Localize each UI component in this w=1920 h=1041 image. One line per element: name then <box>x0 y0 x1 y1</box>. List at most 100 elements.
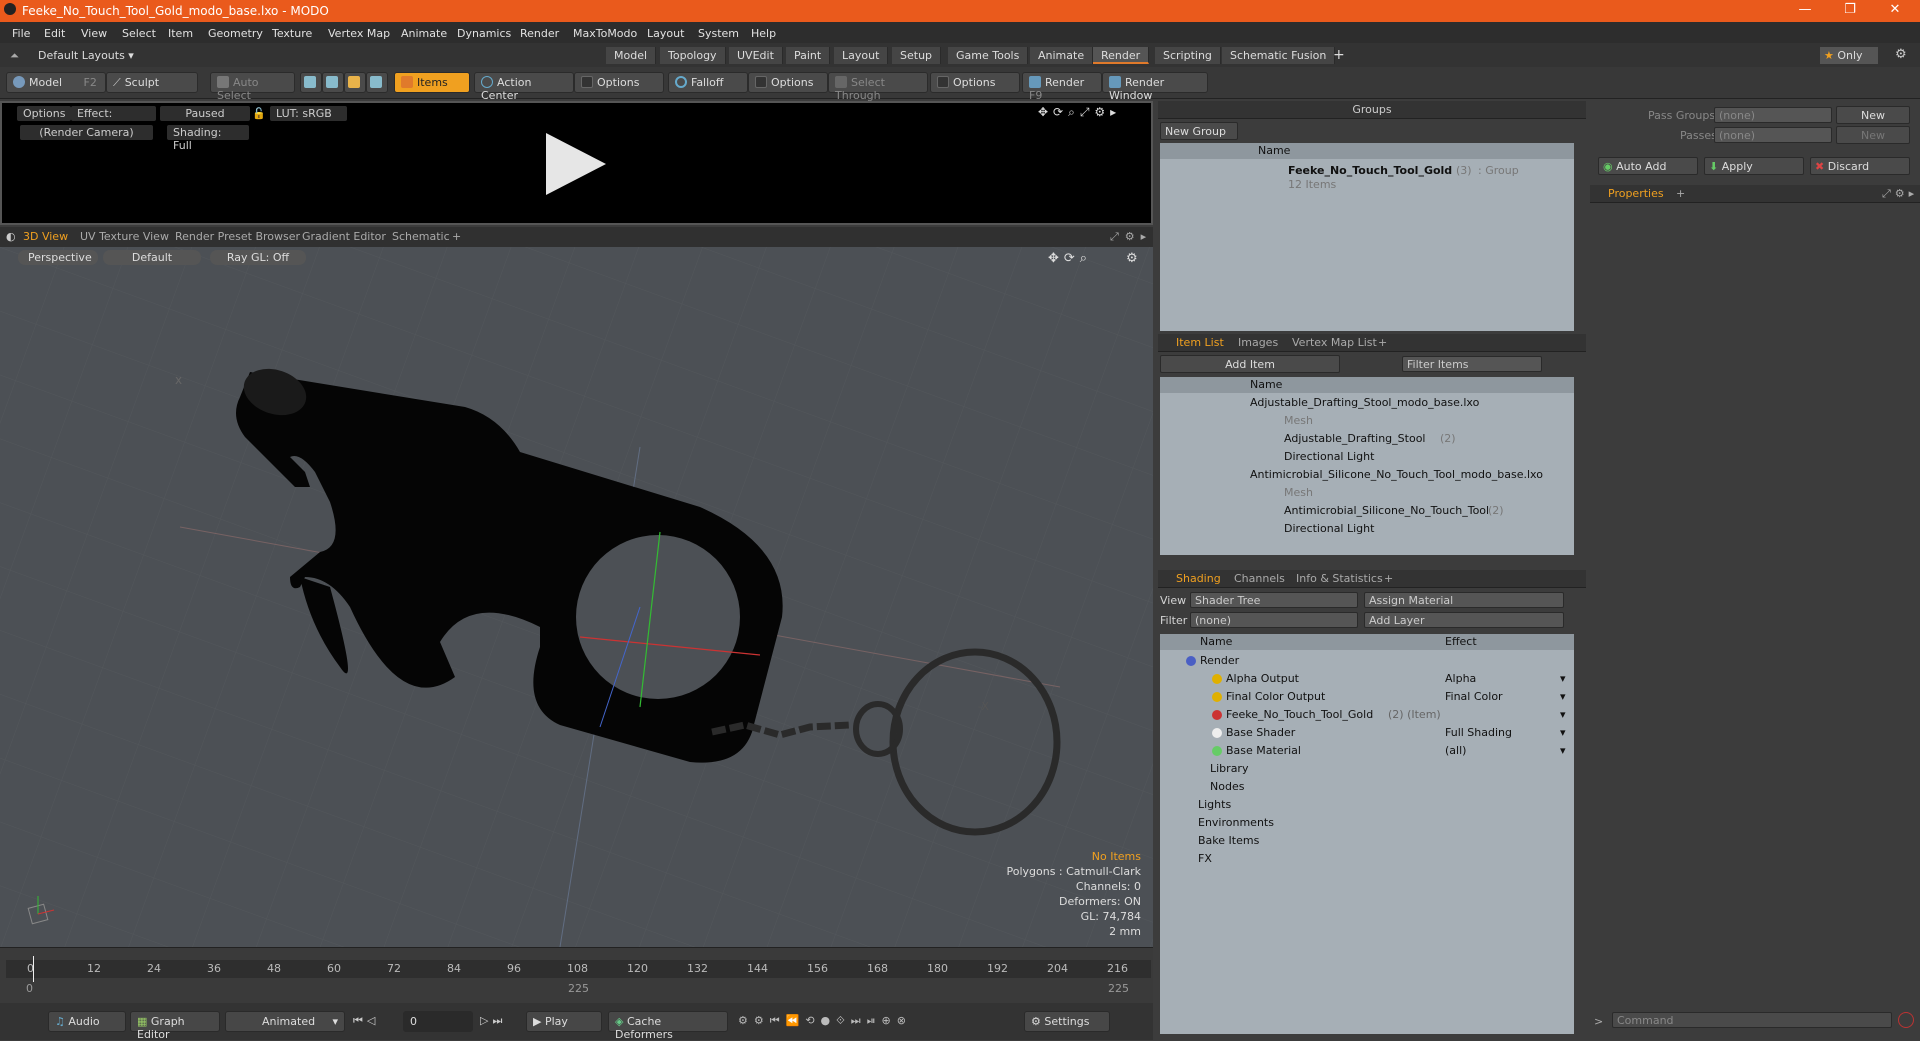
layout-selector[interactable]: Default Layouts ▾ <box>38 49 134 62</box>
tab-uvedit[interactable]: UVEdit <box>729 47 783 64</box>
options-button-1[interactable]: Options <box>574 72 664 93</box>
tab-layout[interactable]: Layout <box>834 47 889 64</box>
tab-render[interactable]: Render <box>1093 47 1150 64</box>
list-item[interactable]: Adjustable_Drafting_Stool_modo_base.lxo <box>1160 394 1574 412</box>
menu-render[interactable]: Render <box>520 27 559 40</box>
tab-info-statistics[interactable]: Info & Statistics <box>1296 572 1383 585</box>
view-dropdown[interactable]: Shader Tree <box>1190 592 1358 608</box>
menu-item[interactable]: Item <box>168 27 193 40</box>
vertex-mode-button[interactable] <box>300 72 322 93</box>
shader-tree-row[interactable]: Final Color Output Final Color ▾ <box>1160 688 1574 706</box>
skip-back-icons[interactable]: ⏮◁ <box>353 1014 379 1028</box>
action-center-button[interactable]: Action Center <box>474 72 574 102</box>
new-pass-button[interactable]: New <box>1836 126 1910 144</box>
viewport-nav-icons[interactable]: ✥⟳⌕ <box>1048 251 1092 266</box>
camera-dropdown[interactable]: (Render Camera) <box>20 125 153 140</box>
tab-scripting[interactable]: Scripting <box>1155 47 1221 64</box>
tab-item-list[interactable]: Item List <box>1176 336 1224 349</box>
3d-viewport[interactable]: x -X Perspective Default Ray GL: Off ✥⟳⌕… <box>0 247 1153 947</box>
audio-button[interactable]: ♫ Audio <box>48 1011 126 1032</box>
add-tab-icon[interactable]: + <box>1333 47 1345 63</box>
only-toggle[interactable]: ★ Only <box>1820 47 1878 64</box>
add-viewport-tab[interactable]: + <box>452 230 461 243</box>
tab-uv-texture-view[interactable]: UV Texture View <box>80 230 169 243</box>
filter-dropdown[interactable]: (none) <box>1190 612 1358 628</box>
pass-groups-dropdown[interactable]: (none) <box>1714 107 1832 123</box>
material-mode-button[interactable] <box>366 72 388 93</box>
menu-view[interactable]: View <box>81 27 107 40</box>
options-button-2[interactable]: Options <box>748 72 828 93</box>
tab-channels[interactable]: Channels <box>1234 572 1285 585</box>
command-input[interactable]: Command <box>1612 1012 1892 1028</box>
play-icon[interactable] <box>542 131 612 197</box>
menu-system[interactable]: System <box>698 27 739 40</box>
tab-schematic[interactable]: Schematic <box>392 230 450 243</box>
lut-dropdown[interactable]: LUT: sRGB <box>270 106 347 121</box>
settings-button[interactable]: ⚙ Settings <box>1024 1011 1110 1032</box>
menu-edit[interactable]: Edit <box>44 27 65 40</box>
record-icon[interactable] <box>1898 1012 1914 1028</box>
menu-select[interactable]: Select <box>122 27 156 40</box>
properties-tools-icons[interactable]: ⤢⚙▸ <box>1882 187 1918 201</box>
tab-paint[interactable]: Paint <box>786 47 831 64</box>
shading-dropdown[interactable]: Shading: Full <box>167 125 249 152</box>
model-button[interactable]: Model F2 <box>6 72 106 93</box>
options-button-3[interactable]: Options <box>930 72 1020 93</box>
falloff-button[interactable]: Falloff <box>668 72 748 93</box>
playhead[interactable] <box>33 956 34 982</box>
shader-tree-row[interactable]: Feeke_No_Touch_Tool_Gold (2) (Item) ▾ <box>1160 706 1574 724</box>
select-through-button[interactable]: Select Through <box>828 72 928 102</box>
lock-icon[interactable]: 🔓 <box>252 107 266 120</box>
group-row[interactable]: Feeke_No_Touch_Tool_Gold (3) : Group 12 … <box>1160 162 1574 192</box>
tab-properties[interactable]: Properties <box>1608 187 1664 200</box>
tab-render-preset-browser[interactable]: Render Preset Browser <box>175 230 300 243</box>
discard-button[interactable]: ✖ Discard <box>1810 157 1910 175</box>
tab-setup[interactable]: Setup <box>892 47 942 64</box>
paused-button[interactable]: Paused <box>160 106 250 121</box>
shader-tree-row[interactable]: FX <box>1160 850 1574 868</box>
restore-icon[interactable]: ❐ <box>1835 2 1865 17</box>
add-layer-dropdown[interactable]: Add Layer <box>1364 612 1564 628</box>
shader-tree-row[interactable]: Base Shader Full Shading ▾ <box>1160 724 1574 742</box>
shader-tree-row[interactable]: Library <box>1160 760 1574 778</box>
chevron-down-icon[interactable]: ▾ <box>1560 672 1566 685</box>
layout-arrow-icon[interactable]: ⏶ <box>10 49 19 63</box>
shader-tree-row[interactable]: Environments <box>1160 814 1574 832</box>
menu-texture[interactable]: Texture <box>272 27 312 40</box>
tab-model[interactable]: Model <box>606 47 657 64</box>
shader-tree-row[interactable]: Alpha Output Alpha ▾ <box>1160 670 1574 688</box>
render-button[interactable]: Render F9 <box>1022 72 1102 102</box>
menu-geometry[interactable]: Geometry <box>208 27 263 40</box>
default-style-dropdown[interactable]: Default <box>103 250 201 265</box>
add-list-tab[interactable]: + <box>1378 336 1387 349</box>
polygon-mode-button[interactable] <box>344 72 366 93</box>
shader-tree-row[interactable]: Base Material (all) ▾ <box>1160 742 1574 760</box>
shader-tree-row[interactable]: Render <box>1160 652 1574 670</box>
chevron-down-icon[interactable]: ▾ <box>1560 744 1566 757</box>
graph-editor-button[interactable]: ▦ Graph Editor <box>130 1011 220 1041</box>
chevron-down-icon[interactable]: ▾ <box>1560 726 1566 739</box>
shader-effect-dropdown[interactable]: Full Shading <box>1445 726 1512 739</box>
menu-help[interactable]: Help <box>751 27 776 40</box>
skip-forward-icons[interactable]: ▷⏭ <box>480 1014 506 1028</box>
tab-topology[interactable]: Topology <box>660 47 726 64</box>
tab-game-tools[interactable]: Game Tools <box>948 47 1029 64</box>
list-item[interactable]: Directional Light <box>1160 448 1574 466</box>
items-button[interactable]: Items <box>394 72 470 93</box>
menu-layout[interactable]: Layout <box>647 27 684 40</box>
tab-vertex-map-list[interactable]: Vertex Map List <box>1292 336 1377 349</box>
apply-button[interactable]: ⬇ Apply <box>1704 157 1804 175</box>
viewport-expand-icons[interactable]: ⤢⚙▸ <box>1110 230 1152 244</box>
close-icon[interactable]: ✕ <box>1880 2 1910 17</box>
frame-field[interactable]: 0 <box>403 1011 473 1032</box>
auto-add-button[interactable]: ◉ Auto Add <box>1598 157 1698 175</box>
list-item[interactable]: Mesh <box>1160 484 1574 502</box>
new-pass-group-button[interactable]: New <box>1836 106 1910 124</box>
tab-images[interactable]: Images <box>1238 336 1278 349</box>
shader-effect-dropdown[interactable]: Alpha <box>1445 672 1476 685</box>
viewport-gear-icon[interactable]: ⚙ <box>1126 251 1138 266</box>
timeline[interactable]: 0 12 24 36 48 60 72 84 96 108 120 132 144 156 168 180 19… <box>0 947 1153 1003</box>
minimize-icon[interactable]: — <box>1790 2 1820 17</box>
gear-icon[interactable]: ⚙ <box>1895 47 1907 62</box>
add-properties-tab[interactable]: + <box>1676 187 1685 200</box>
